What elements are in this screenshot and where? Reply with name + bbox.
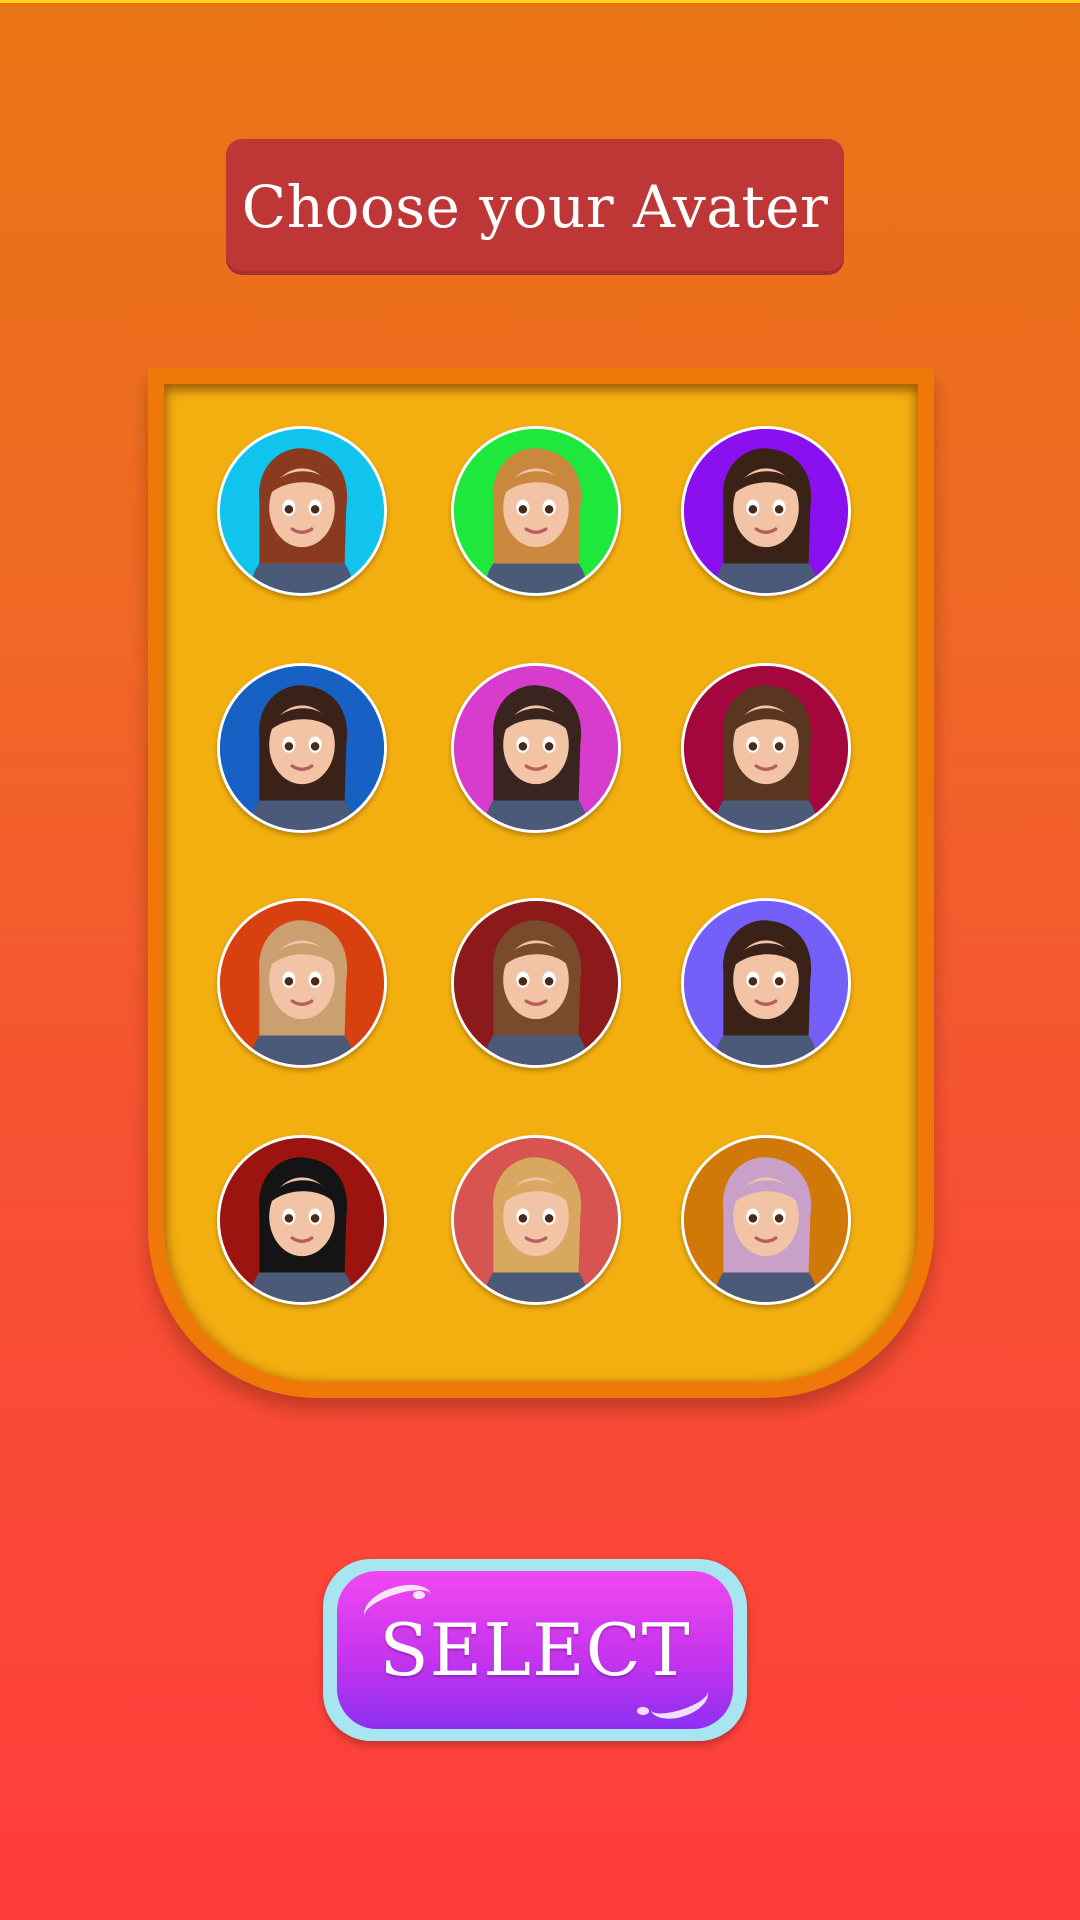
avatar-option-8[interactable] xyxy=(451,898,621,1068)
avatar-girl-brown-hair-icon xyxy=(220,666,384,830)
avatar-girl-wavy-hair-icon xyxy=(454,901,618,1065)
avatar-man-dark-hair-icon xyxy=(684,429,848,593)
avatar-option-6[interactable] xyxy=(681,663,851,833)
avatar-option-9[interactable] xyxy=(681,898,851,1068)
avatar-girl-glasses-icon xyxy=(684,666,848,830)
page-title: Choose your Avater xyxy=(241,173,829,241)
select-button-face[interactable]: SELECT xyxy=(337,1571,733,1729)
avatar-option-12[interactable] xyxy=(681,1135,851,1305)
avatar-option-11[interactable] xyxy=(451,1135,621,1305)
avatar-option-2[interactable] xyxy=(451,426,621,596)
avatar-option-3[interactable] xyxy=(681,426,851,596)
top-accent-line xyxy=(0,0,1080,3)
avatar-girl-pigtails-icon xyxy=(684,901,848,1065)
avatar-option-5[interactable] xyxy=(451,663,621,833)
gloss-highlight xyxy=(413,1591,425,1599)
gloss-highlight xyxy=(637,1707,649,1715)
avatar-option-4[interactable] xyxy=(217,663,387,833)
avatar-option-1[interactable] xyxy=(217,426,387,596)
avatar-option-10[interactable] xyxy=(217,1135,387,1305)
avatar-girl-pink-cap-icon xyxy=(220,429,384,593)
avatar-girl-scarf-icon xyxy=(454,666,618,830)
page-title-banner: Choose your Avater xyxy=(226,139,844,275)
avatar-girl-blonde-icon xyxy=(454,429,618,593)
avatar-girl-blonde-denim-icon xyxy=(454,1138,618,1302)
avatar-girl-light-hair-icon xyxy=(220,901,384,1065)
avatar-option-7[interactable] xyxy=(217,898,387,1068)
select-button-label: SELECT xyxy=(379,1608,691,1692)
avatar-girl-pink-hair-icon xyxy=(684,1138,848,1302)
select-button[interactable]: SELECT xyxy=(323,1559,747,1741)
avatar-girl-black-hair-icon xyxy=(220,1138,384,1302)
